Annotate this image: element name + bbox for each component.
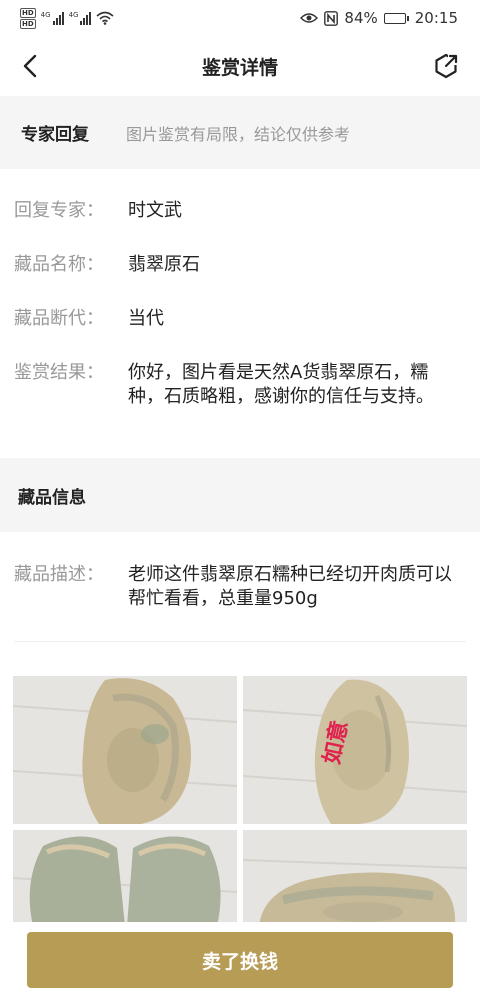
jade-stone-image (243, 676, 467, 824)
info-key: 鉴赏结果： (14, 362, 104, 383)
bottom-action-bar: 卖了换钱 (0, 922, 480, 996)
divider (14, 641, 466, 642)
status-right: 84% 20:15 (300, 9, 458, 27)
jade-stone-image (13, 830, 237, 926)
collection-info-label: 藏品信息 (18, 487, 86, 508)
info-key: 回复专家： (14, 200, 104, 221)
hd-badge-1: HD (20, 7, 36, 18)
sell-button[interactable]: 卖了换钱 (27, 932, 453, 988)
status-left: HD HD 4G 4G (20, 7, 114, 29)
share-button[interactable] (432, 52, 460, 80)
disclaimer-note: 图片鉴赏有局限，结论仅供参考 (126, 124, 351, 144)
clock: 20:15 (414, 9, 458, 27)
network-type-1: 4G (40, 11, 51, 19)
info-value: 当代 (128, 308, 164, 329)
jade-photo-3[interactable] (13, 830, 237, 926)
expert-reply-label: 专家回复 (21, 125, 89, 145)
info-key: 藏品名称： (14, 254, 104, 275)
battery-icon (383, 12, 409, 24)
signal-icon-1: 4G (41, 11, 64, 25)
battery-percent: 84% (344, 9, 378, 27)
hd-badge-2: HD (20, 18, 36, 29)
chevron-left-icon (23, 54, 37, 78)
back-button[interactable] (16, 52, 44, 80)
info-row-era: 藏品断代： 当代 (14, 307, 464, 331)
page-title: 鉴赏详情 (201, 56, 278, 79)
jade-stone-image (13, 676, 237, 824)
network-type-2: 4G (68, 11, 79, 19)
collection-info-bar: 藏品信息 (0, 458, 480, 532)
app-header: 鉴赏详情 (0, 36, 480, 96)
signal-icon-2: 4G (69, 11, 92, 25)
info-key: 藏品描述： (14, 564, 104, 585)
info-value: 你好，图片看是天然A货翡翠原石，糯种，石质略粗，感谢你的信任与支持。 (128, 362, 434, 407)
info-row-name: 藏品名称： 翡翠原石 (14, 253, 464, 277)
jade-photo-4[interactable] (243, 830, 467, 926)
jade-stone-image (243, 830, 467, 926)
info-value: 时文武 (128, 200, 182, 221)
info-key: 藏品断代： (14, 308, 104, 329)
photo-gallery: 如意 (13, 676, 467, 926)
eye-comfort-icon (300, 13, 319, 23)
jade-photo-2[interactable]: 如意 (243, 676, 467, 824)
expert-reply-bar: 专家回复 图片鉴赏有局限，结论仅供参考 (0, 96, 480, 169)
hd-indicator: HD HD (20, 7, 36, 29)
info-value: 老师这件翡翠原石糯种已经切开肉质可以帮忙看看，总重量950g (128, 564, 452, 609)
info-row-result: 鉴赏结果： 你好，图片看是天然A货翡翠原石，糯种，石质略粗，感谢你的信任与支持。 (14, 361, 464, 409)
wifi-icon (96, 11, 114, 25)
share-icon (435, 53, 459, 79)
jade-photo-1[interactable] (13, 676, 237, 824)
info-row-expert: 回复专家： 时文武 (14, 199, 464, 223)
nfc-icon (324, 10, 339, 26)
status-bar: HD HD 4G 4G 84% 20:15 (0, 0, 480, 36)
info-row-description: 藏品描述： 老师这件翡翠原石糯种已经切开肉质可以帮忙看看，总重量950g (14, 563, 464, 611)
info-value: 翡翠原石 (128, 254, 200, 275)
